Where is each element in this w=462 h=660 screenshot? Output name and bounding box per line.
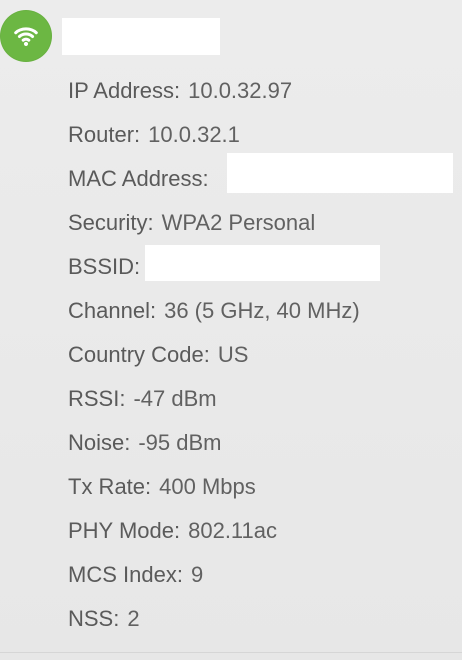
detail-label: NSS: (68, 606, 120, 631)
detail-value: 9 (190, 562, 204, 587)
detail-label: IP Address: (68, 78, 181, 103)
bottom-divider (0, 652, 462, 653)
detail-row-bssid: BSSID: (68, 252, 148, 282)
detail-value: 2 (127, 606, 140, 631)
detail-label: Router: (68, 122, 141, 147)
detail-label: RSSI: (68, 386, 126, 411)
detail-value: -95 dBm (138, 430, 222, 455)
detail-row-mcs-index: MCS Index: 9 (68, 560, 203, 590)
detail-label: Security: (68, 210, 154, 235)
bssid-redaction (145, 245, 380, 281)
detail-label: PHY Mode: (68, 518, 181, 543)
wifi-details-panel: IP Address: 10.0.32.97 Router: 10.0.32.1… (0, 0, 462, 660)
detail-value: 10.0.32.1 (148, 122, 240, 147)
detail-value: US (217, 342, 249, 367)
detail-row-phy-mode: PHY Mode: 802.11ac (68, 516, 277, 546)
network-name-redaction (62, 18, 220, 55)
detail-label: Channel: (68, 298, 157, 323)
wifi-icon (12, 22, 40, 50)
detail-label: MCS Index: (68, 562, 183, 587)
wifi-badge (0, 10, 52, 62)
detail-row-noise: Noise: -95 dBm (68, 428, 222, 458)
detail-value: 400 Mbps (159, 474, 256, 499)
detail-value: 10.0.32.97 (188, 78, 293, 103)
detail-label: BSSID: (68, 254, 141, 279)
mac-address-redaction (227, 153, 453, 193)
detail-label: Noise: (68, 430, 131, 455)
detail-value: 802.11ac (188, 518, 278, 543)
detail-label: Tx Rate: (68, 474, 152, 499)
detail-value: 36 (5 GHz, 40 MHz) (164, 298, 360, 323)
detail-row-mac-address: MAC Address: (68, 164, 217, 194)
network-header (0, 0, 462, 72)
detail-label: Country Code: (68, 342, 210, 367)
detail-label: MAC Address: (68, 166, 209, 191)
detail-row-country-code: Country Code: US (68, 340, 248, 370)
detail-row-security: Security: WPA2 Personal (68, 208, 315, 238)
detail-row-ip-address: IP Address: 10.0.32.97 (68, 76, 292, 106)
detail-row-nss: NSS: 2 (68, 604, 140, 634)
detail-row-tx-rate: Tx Rate: 400 Mbps (68, 472, 256, 502)
detail-value: -47 dBm (133, 386, 217, 411)
detail-row-router: Router: 10.0.32.1 (68, 120, 240, 150)
detail-row-channel: Channel: 36 (5 GHz, 40 MHz) (68, 296, 360, 326)
detail-row-rssi: RSSI: -47 dBm (68, 384, 217, 414)
detail-value: WPA2 Personal (161, 210, 316, 235)
